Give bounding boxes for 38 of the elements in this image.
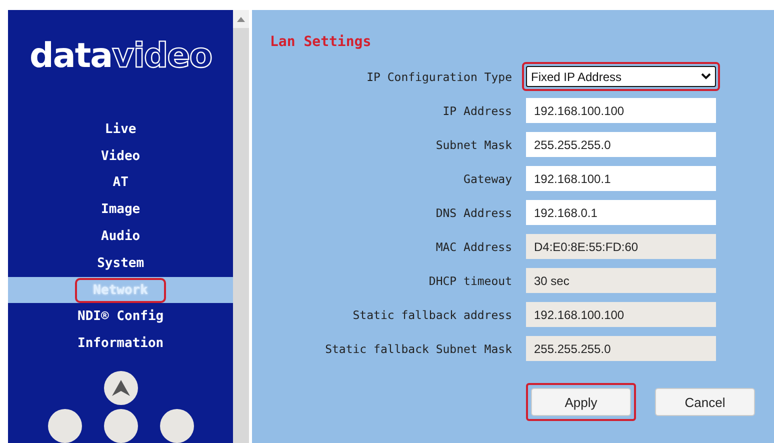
action-button[interactable]: Cancel	[655, 388, 755, 416]
nav-item[interactable]: Audio	[83, 224, 158, 250]
input-field[interactable]: 192.168.0.1	[526, 200, 716, 225]
up-arrow-button[interactable]	[104, 371, 138, 406]
dropdown[interactable]: Fixed IP Address	[526, 66, 716, 87]
arrow-up-icon	[110, 379, 131, 398]
readonly-field[interactable]: D4:E0:8E:55:FD:60	[526, 234, 716, 259]
field-label: IP Address	[442, 104, 512, 118]
field-label: Subnet Mask	[434, 138, 512, 152]
nav-item[interactable]: AT	[94, 170, 146, 196]
input-field[interactable]: 255.255.255.0	[526, 132, 716, 157]
input-field[interactable]: 192.168.100.1	[526, 166, 716, 191]
chevron-down-icon	[701, 73, 711, 80]
readonly-field[interactable]: 255.255.255.0	[526, 336, 716, 361]
scrollbar[interactable]	[233, 10, 249, 443]
input-field[interactable]: 192.168.100.100	[526, 98, 716, 123]
field-label: Static fallback address	[352, 308, 512, 322]
right-round-button[interactable]	[160, 409, 194, 443]
nav-item[interactable]: NDI® Config	[60, 304, 182, 330]
field-label: DHCP timeout	[428, 274, 512, 288]
readonly-field[interactable]: 192.168.100.100	[526, 302, 716, 327]
section-title: Lan Settings	[270, 34, 372, 50]
scroll-up-icon[interactable]	[237, 16, 246, 22]
nav-item[interactable]: Information	[60, 331, 182, 356]
nav-item[interactable]: Video	[83, 144, 158, 169]
center-round-button[interactable]	[104, 409, 138, 443]
nav-item[interactable]: Live	[86, 116, 154, 142]
field-label: IP Configuration Type	[366, 70, 512, 84]
datavideo-logo: datavideo	[30, 36, 212, 76]
field-label: Gateway	[462, 172, 512, 186]
field-label: DNS Address	[434, 206, 512, 220]
field-label: MAC Address	[434, 240, 512, 254]
nav-item[interactable]: Image	[83, 197, 158, 222]
readonly-field[interactable]: 30 sec	[526, 268, 716, 293]
left-round-button[interactable]	[48, 409, 82, 443]
field-label: Static fallback Subnet Mask	[324, 342, 512, 356]
action-button[interactable]: Apply	[531, 388, 631, 416]
nav-item[interactable]: System	[79, 250, 162, 276]
